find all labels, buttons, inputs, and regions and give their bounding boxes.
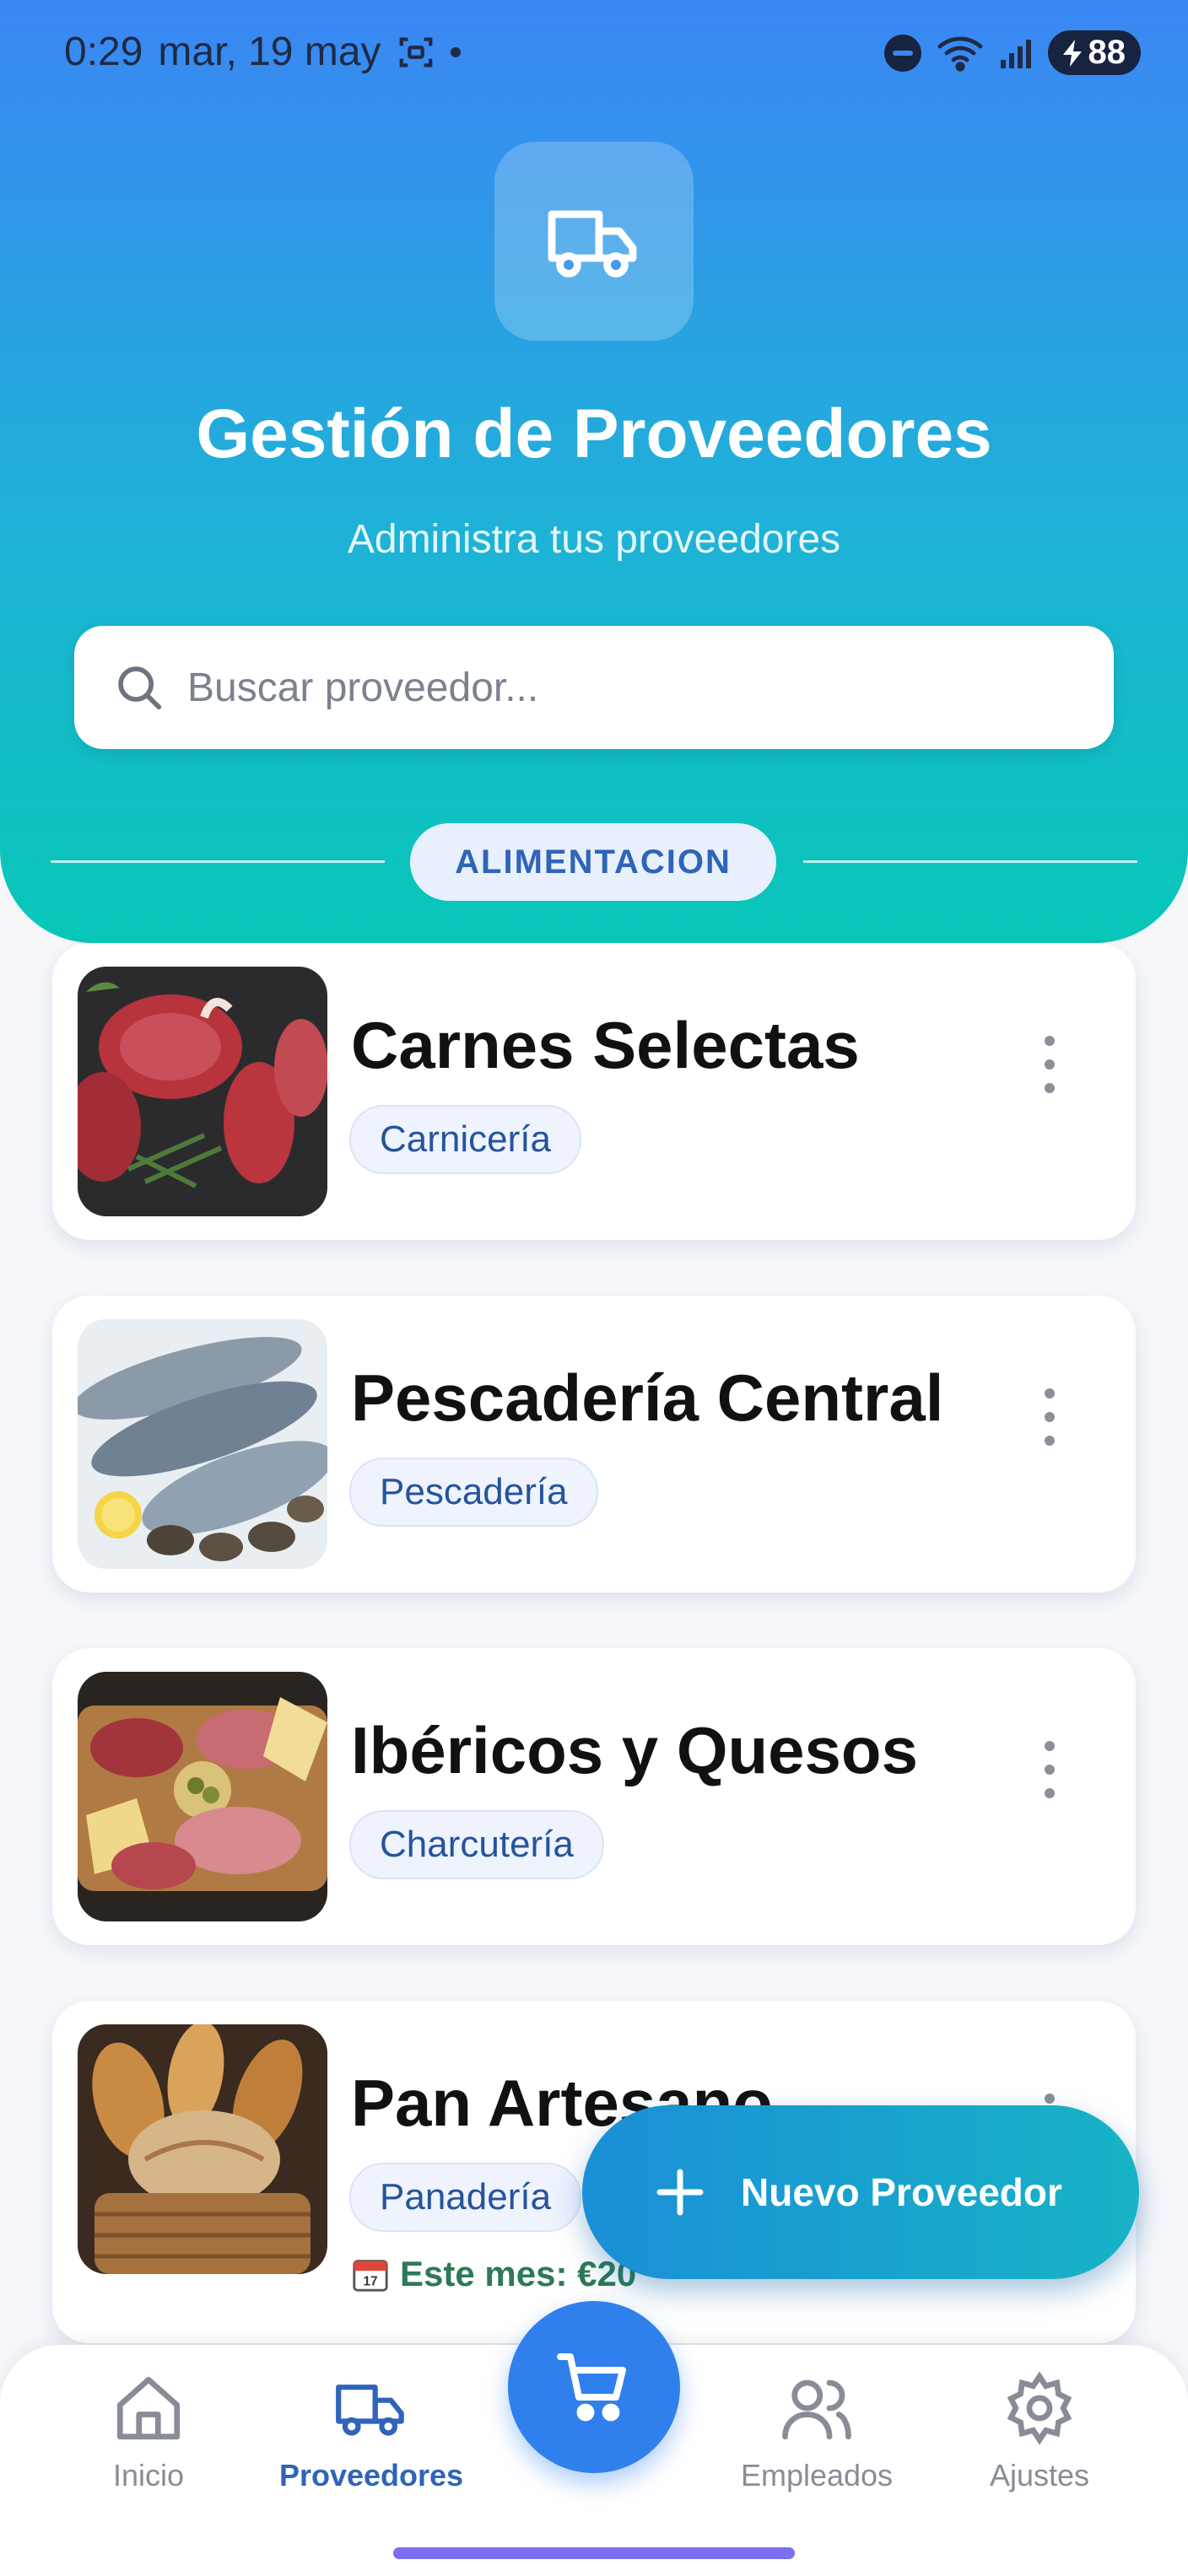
home-icon xyxy=(116,2376,181,2440)
home-indicator[interactable] xyxy=(393,2547,795,2559)
status-date: mar, 19 may xyxy=(158,30,381,74)
screenshot-icon xyxy=(399,37,432,67)
gear-icon xyxy=(1007,2371,1072,2445)
search-bar[interactable] xyxy=(74,626,1114,749)
supplier-category-chip: Panadería xyxy=(349,2163,582,2232)
truck-icon xyxy=(548,210,637,278)
new-supplier-button[interactable]: Nuevo Proveedor xyxy=(582,2105,1139,2279)
nav-item-inicio[interactable]: Inicio xyxy=(47,2370,250,2493)
status-bar: 0:29 mar, 19 may 88 xyxy=(0,0,1188,110)
app-logo xyxy=(494,142,694,341)
supplier-category-chip: Carnicería xyxy=(349,1105,581,1174)
plus-icon xyxy=(656,2169,704,2216)
nav-label: Proveedores xyxy=(278,2458,464,2492)
more-options-icon[interactable] xyxy=(1041,1741,1058,1800)
new-supplier-label: Nuevo Proveedor xyxy=(741,2170,1062,2214)
svg-text:17: 17 xyxy=(363,2274,377,2288)
charging-bolt-icon xyxy=(1062,39,1082,67)
page-title: Gestión de Proveedores xyxy=(196,396,992,472)
truck-icon xyxy=(336,2385,404,2436)
section-divider-left xyxy=(51,860,385,863)
supplier-image xyxy=(78,1319,327,1569)
supplier-name: Ibéricos y Quesos xyxy=(351,1713,918,1787)
nav-item-ajustes[interactable]: Ajustes xyxy=(938,2370,1141,2493)
battery-indicator: 88 xyxy=(1047,30,1141,75)
monthly-spend-label: Este mes: €20 xyxy=(400,2254,637,2293)
section-divider-right xyxy=(803,860,1137,863)
supplier-image xyxy=(78,2024,327,2274)
search-input[interactable] xyxy=(186,663,1075,712)
users-icon xyxy=(782,2379,851,2440)
nav-label: Empleados xyxy=(740,2458,894,2492)
supplier-card[interactable]: Pescadería Central Pescadería xyxy=(52,1296,1136,1592)
supplier-name: Carnes Selectas xyxy=(351,1008,860,1082)
signal-icon xyxy=(1000,39,1031,68)
page-subtitle: Administra tus proveedores xyxy=(347,517,841,562)
nav-label: Inicio xyxy=(112,2458,185,2492)
more-options-icon[interactable] xyxy=(1041,1036,1058,1095)
section-chip: ALIMENTACION xyxy=(410,823,776,901)
notification-dot-icon xyxy=(450,46,461,57)
status-time: 0:29 xyxy=(64,30,143,74)
cart-icon xyxy=(557,2353,626,2422)
do-not-disturb-icon xyxy=(883,34,921,72)
supplier-category-chip: Charcutería xyxy=(349,1810,604,1879)
header: 0:29 mar, 19 may 88 Gestión de Proveedor… xyxy=(0,0,1188,943)
cart-button[interactable] xyxy=(508,2301,680,2473)
supplier-category-chip: Pescadería xyxy=(349,1458,598,1527)
supplier-name: Pescadería Central xyxy=(351,1361,944,1435)
nav-item-empleados[interactable]: Empleados xyxy=(716,2370,918,2493)
nav-item-proveedores[interactable]: Proveedores xyxy=(270,2370,472,2493)
supplier-image xyxy=(78,1672,327,1921)
more-options-icon[interactable] xyxy=(1041,1388,1058,1447)
battery-level: 88 xyxy=(1088,34,1126,71)
search-icon xyxy=(118,666,162,710)
nav-label: Ajustes xyxy=(989,2458,1090,2492)
supplier-card[interactable]: Carnes Selectas Carnicería xyxy=(52,943,1136,1240)
monthly-spend: 17 Este mes: €20 xyxy=(351,2254,636,2294)
supplier-image xyxy=(78,967,327,1216)
calendar-icon: 17 xyxy=(353,2260,388,2292)
wifi-icon xyxy=(937,36,982,72)
supplier-card[interactable]: Ibéricos y Quesos Charcutería xyxy=(52,1648,1136,1945)
